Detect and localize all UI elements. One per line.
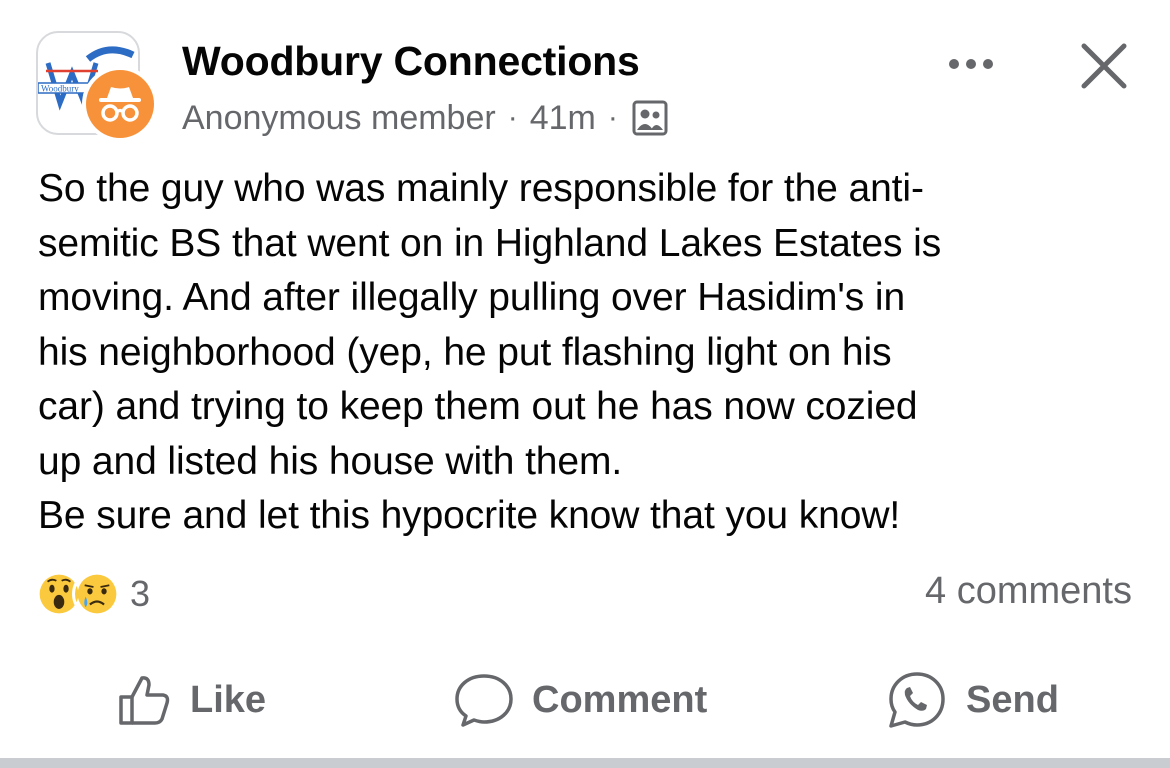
svg-text:Woodbury: Woodbury — [41, 84, 79, 94]
author-name[interactable]: Anonymous member — [182, 99, 496, 138]
more-options-button[interactable] — [944, 44, 1000, 84]
group-name[interactable]: Woodbury Connections — [182, 38, 640, 84]
whatsapp-icon — [889, 672, 945, 728]
meta-separator: · — [607, 101, 618, 134]
meta-separator: · — [507, 101, 518, 134]
comment-button[interactable]: Comment — [454, 660, 707, 740]
comment-bubble-icon — [455, 674, 513, 727]
reaction-count: 3 — [130, 573, 151, 614]
comments-count-link[interactable]: 4 comments — [925, 570, 1132, 613]
group-audience-icon — [632, 100, 668, 136]
sad-reaction-icon — [72, 569, 122, 619]
post-action-bar: Like Comment Send — [0, 660, 1170, 740]
comment-label: Comment — [532, 678, 708, 721]
post-card: Woodbury Woodbury Connections Anonymous … — [0, 0, 1170, 758]
send-button[interactable]: Send — [886, 660, 1059, 740]
thumbs-up-icon — [119, 676, 170, 725]
close-icon — [1081, 43, 1127, 89]
more-dots-icon — [949, 59, 993, 69]
post-body-text: So the guy who was mainly responsible fo… — [38, 167, 942, 537]
send-label: Send — [966, 678, 1059, 721]
incognito-icon — [99, 87, 141, 122]
post-time[interactable]: 41m — [530, 99, 596, 138]
bottom-divider — [0, 758, 1170, 768]
post-meta: Anonymous member · 41m · — [182, 96, 668, 140]
anonymous-member-badge — [82, 66, 158, 142]
reactions-summary[interactable]: 3 — [34, 568, 150, 620]
like-label: Like — [190, 678, 267, 721]
close-button[interactable] — [1078, 40, 1130, 92]
like-button[interactable]: Like — [118, 660, 266, 740]
